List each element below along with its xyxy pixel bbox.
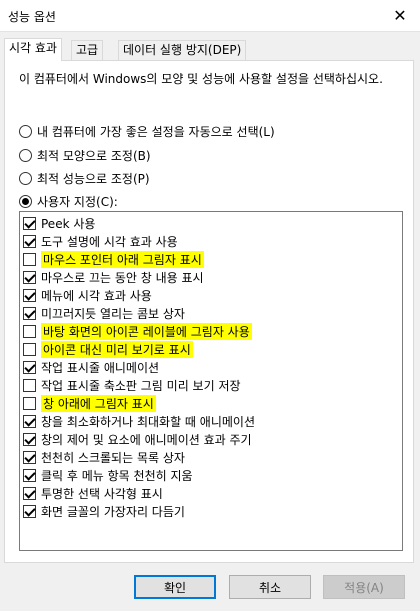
checkbox[interactable] bbox=[23, 307, 36, 320]
effect-label: 화면 글꼴의 가장자리 다듬기 bbox=[41, 505, 185, 519]
checkbox[interactable] bbox=[23, 289, 36, 302]
effect-label: 마우스 포인터 아래 그림자 표시 bbox=[41, 251, 204, 268]
effect-label: 천천히 스크롤되는 목록 상자 bbox=[41, 451, 185, 465]
cancel-button[interactable]: 취소 bbox=[229, 575, 311, 599]
checkbox[interactable] bbox=[23, 235, 36, 248]
ok-button[interactable]: 확인 bbox=[134, 575, 216, 599]
effect-item[interactable]: 아이콘 대신 미리 보기로 표시 bbox=[23, 341, 193, 358]
effect-item[interactable]: 창의 제어 및 요소에 애니메이션 효과 주기 bbox=[23, 431, 252, 448]
checkbox[interactable] bbox=[23, 271, 36, 284]
checkbox[interactable] bbox=[23, 217, 36, 230]
checkbox[interactable] bbox=[23, 433, 36, 446]
radio-auto-best[interactable]: 내 컴퓨터에 가장 좋은 설정을 자동으로 선택(L) bbox=[19, 122, 275, 140]
checkbox[interactable] bbox=[23, 469, 36, 482]
tab-visual-effects[interactable]: 시각 효과 bbox=[4, 38, 62, 61]
effect-item[interactable]: 천천히 스크롤되는 목록 상자 bbox=[23, 449, 185, 466]
radio-best-appearance[interactable]: 최적 모양으로 조정(B) bbox=[19, 146, 151, 164]
effect-item[interactable]: 투명한 선택 사각형 표시 bbox=[23, 485, 163, 502]
effect-label: 창 아래에 그림자 표시 bbox=[41, 395, 156, 412]
effect-label: 창의 제어 및 요소에 애니메이션 효과 주기 bbox=[41, 433, 252, 447]
effect-item[interactable]: 미끄러지듯 열리는 콤보 상자 bbox=[23, 305, 185, 322]
effect-item[interactable]: 마우스 포인터 아래 그림자 표시 bbox=[23, 251, 204, 268]
radio-label: 내 컴퓨터에 가장 좋은 설정을 자동으로 선택(L) bbox=[37, 124, 275, 139]
effect-label: 바탕 화면의 아이콘 레이블에 그림자 사용 bbox=[41, 323, 252, 340]
radio-label: 최적 모양으로 조정(B) bbox=[37, 148, 151, 163]
effect-item[interactable]: 바탕 화면의 아이콘 레이블에 그림자 사용 bbox=[23, 323, 252, 340]
tab-dep[interactable]: 데이터 실행 방지(DEP) bbox=[118, 40, 247, 60]
checkbox[interactable] bbox=[23, 253, 36, 266]
effect-item[interactable]: 작업 표시줄 애니메이션 bbox=[23, 359, 159, 376]
checkbox[interactable] bbox=[23, 415, 36, 428]
checkbox[interactable] bbox=[23, 487, 36, 500]
radio-button[interactable] bbox=[19, 194, 32, 208]
radio-label: 사용자 지정(C): bbox=[37, 194, 118, 209]
effect-label: 창을 최소화하거나 최대화할 때 애니메이션 bbox=[41, 415, 255, 429]
effect-label: 작업 표시줄 애니메이션 bbox=[41, 361, 160, 375]
checkbox[interactable] bbox=[23, 325, 36, 338]
checkbox[interactable] bbox=[23, 379, 36, 392]
close-icon[interactable]: ✕ bbox=[388, 4, 412, 28]
window-title: 성능 옵션 bbox=[8, 10, 56, 24]
effect-label: 아이콘 대신 미리 보기로 표시 bbox=[41, 341, 193, 358]
description-text: 이 컴퓨터에서 Windows의 모양 및 성능에 사용할 설정을 선택하십시오… bbox=[19, 72, 383, 86]
checkbox[interactable] bbox=[23, 451, 36, 464]
effect-item[interactable]: 작업 표시줄 축소판 그림 미리 보기 저장 bbox=[23, 377, 241, 394]
effect-item[interactable]: 메뉴에 시각 효과 사용 bbox=[23, 287, 152, 304]
effect-label: 미끄러지듯 열리는 콤보 상자 bbox=[41, 307, 185, 321]
visual-effects-panel: 이 컴퓨터에서 Windows의 모양 및 성능에 사용할 설정을 선택하십시오… bbox=[4, 60, 414, 563]
effect-label: Peek 사용 bbox=[41, 217, 96, 231]
effects-list[interactable]: Peek 사용 도구 설명에 시각 효과 사용 마우스 포인터 아래 그림자 표… bbox=[19, 211, 403, 551]
effect-label: 작업 표시줄 축소판 그림 미리 보기 저장 bbox=[41, 379, 241, 393]
effect-item[interactable]: 클릭 후 메뉴 항목 천천히 지움 bbox=[23, 467, 193, 484]
effect-item[interactable]: 화면 글꼴의 가장자리 다듬기 bbox=[23, 503, 185, 520]
effect-label: 마우스로 끄는 동안 창 내용 표시 bbox=[41, 271, 204, 285]
checkbox[interactable] bbox=[23, 361, 36, 374]
effect-item[interactable]: 도구 설명에 시각 효과 사용 bbox=[23, 233, 178, 250]
effect-item[interactable]: 마우스로 끄는 동안 창 내용 표시 bbox=[23, 269, 204, 286]
radio-custom[interactable]: 사용자 지정(C): bbox=[19, 192, 118, 210]
title-bar: 성능 옵션 ✕ bbox=[0, 0, 420, 32]
effect-label: 클릭 후 메뉴 항목 천천히 지움 bbox=[41, 469, 193, 483]
tab-advanced[interactable]: 고급 bbox=[71, 40, 104, 60]
effect-label: 도구 설명에 시각 효과 사용 bbox=[41, 235, 178, 249]
effect-item[interactable]: Peek 사용 bbox=[23, 215, 95, 232]
checkbox[interactable] bbox=[23, 505, 36, 518]
radio-button[interactable] bbox=[19, 148, 32, 162]
checkbox[interactable] bbox=[23, 397, 36, 410]
radio-button[interactable] bbox=[19, 124, 32, 138]
effect-item[interactable]: 창 아래에 그림자 표시 bbox=[23, 395, 156, 412]
effect-item[interactable]: 창을 최소화하거나 최대화할 때 애니메이션 bbox=[23, 413, 255, 430]
radio-best-performance[interactable]: 최적 성능으로 조정(P) bbox=[19, 169, 150, 187]
checkbox[interactable] bbox=[23, 343, 36, 356]
radio-label: 최적 성능으로 조정(P) bbox=[37, 171, 150, 186]
effect-label: 메뉴에 시각 효과 사용 bbox=[41, 289, 152, 303]
effect-label: 투명한 선택 사각형 표시 bbox=[41, 487, 163, 501]
radio-button[interactable] bbox=[19, 171, 32, 185]
apply-button[interactable]: 적용(A) bbox=[323, 575, 405, 599]
